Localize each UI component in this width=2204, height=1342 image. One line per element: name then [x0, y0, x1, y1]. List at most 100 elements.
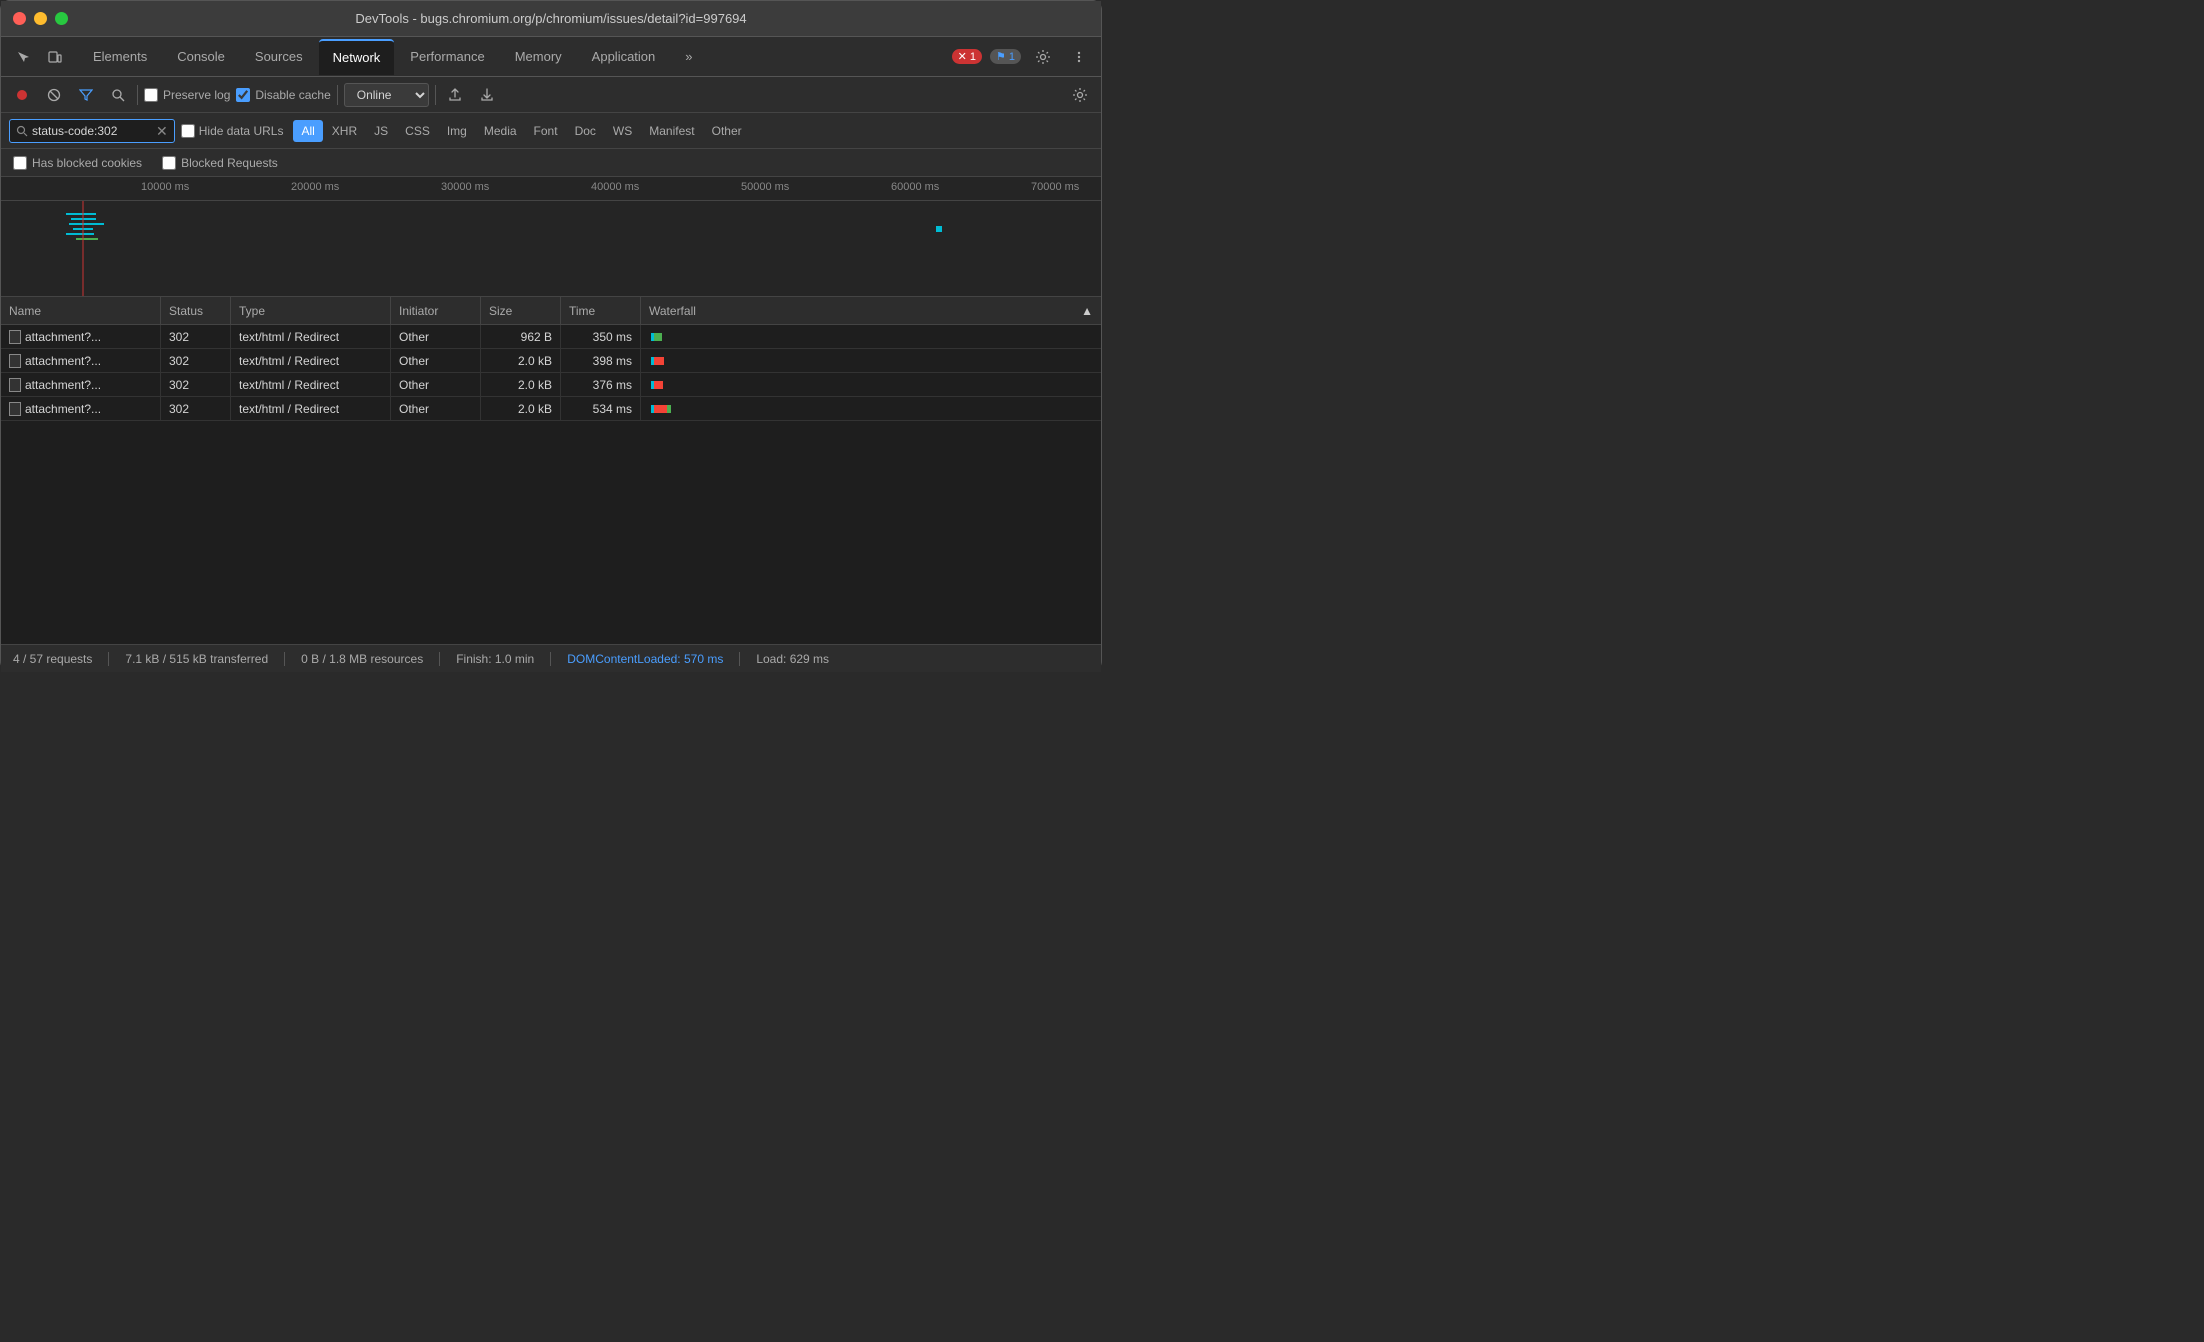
hide-data-urls-checkbox[interactable]: [181, 124, 195, 138]
cursor-icon[interactable]: [9, 43, 37, 71]
filter-input-wrap[interactable]: ✕: [9, 119, 175, 143]
td-time-3: 376 ms: [561, 373, 641, 396]
filter-type-other[interactable]: Other: [704, 120, 750, 142]
filter-type-all[interactable]: All: [293, 120, 322, 142]
tabs-bar: Elements Console Sources Network Perform…: [1, 37, 1101, 77]
finish-time: Finish: 1.0 min: [456, 652, 534, 666]
table-row[interactable]: attachment?... 302 text/html / Redirect …: [1, 349, 1101, 373]
tab-performance[interactable]: Performance: [396, 39, 498, 75]
blocked-requests-label[interactable]: Blocked Requests: [162, 156, 278, 170]
disable-cache-checkbox[interactable]: [236, 88, 250, 102]
download-icon[interactable]: [474, 82, 500, 108]
filter-bar: ✕ Hide data URLs All XHR JS CSS Img Medi…: [1, 113, 1101, 149]
th-type[interactable]: Type: [231, 297, 391, 324]
filter-types: All XHR JS CSS Img Media Font Doc WS Man…: [293, 120, 749, 142]
hide-data-urls-label[interactable]: Hide data URLs: [181, 124, 284, 138]
th-status[interactable]: Status: [161, 297, 231, 324]
th-waterfall[interactable]: Waterfall ▲: [641, 297, 1101, 324]
clear-button[interactable]: [41, 82, 67, 108]
filter-type-manifest[interactable]: Manifest: [641, 120, 702, 142]
tick-70000: 70000 ms: [1031, 181, 1079, 193]
tab-memory[interactable]: Memory: [501, 39, 576, 75]
tab-sources[interactable]: Sources: [241, 39, 317, 75]
td-name-3: attachment?...: [1, 373, 161, 396]
close-button[interactable]: [13, 12, 26, 25]
tick-50000: 50000 ms: [741, 181, 789, 193]
minimize-button[interactable]: [34, 12, 47, 25]
filter-type-media[interactable]: Media: [476, 120, 525, 142]
filter-type-img[interactable]: Img: [439, 120, 475, 142]
tick-20000: 20000 ms: [291, 181, 339, 193]
th-time[interactable]: Time: [561, 297, 641, 324]
tick-60000: 60000 ms: [891, 181, 939, 193]
table-row[interactable]: attachment?... 302 text/html / Redirect …: [1, 373, 1101, 397]
file-icon-1: [9, 330, 21, 344]
td-type-3: text/html / Redirect: [231, 373, 391, 396]
th-size[interactable]: Size: [481, 297, 561, 324]
error-badge[interactable]: ✕ 1: [952, 49, 982, 64]
filter-type-font[interactable]: Font: [526, 120, 566, 142]
filter-type-doc[interactable]: Doc: [567, 120, 604, 142]
td-status-2: 302: [161, 349, 231, 372]
requests-count: 4 / 57 requests: [13, 652, 92, 666]
filter-input[interactable]: [32, 124, 152, 138]
status-divider-4: [550, 652, 551, 666]
more-options-icon[interactable]: [1065, 43, 1093, 71]
record-button[interactable]: [9, 82, 35, 108]
filter-checks: Has blocked cookies Blocked Requests: [1, 149, 1101, 177]
tab-network[interactable]: Network: [319, 39, 395, 75]
blocked-requests-checkbox[interactable]: [162, 156, 176, 170]
filter-icon[interactable]: [73, 82, 99, 108]
resources-size: 0 B / 1.8 MB resources: [301, 652, 423, 666]
filter-clear-icon[interactable]: ✕: [156, 124, 168, 138]
filter-type-css[interactable]: CSS: [397, 120, 438, 142]
td-name-4: attachment?...: [1, 397, 161, 420]
tab-elements[interactable]: Elements: [79, 39, 161, 75]
tab-more[interactable]: »: [671, 39, 706, 75]
td-time-1: 350 ms: [561, 325, 641, 348]
search-icon[interactable]: [105, 82, 131, 108]
td-initiator-3: Other: [391, 373, 481, 396]
td-initiator-4: Other: [391, 397, 481, 420]
filter-type-ws[interactable]: WS: [605, 120, 640, 142]
td-type-4: text/html / Redirect: [231, 397, 391, 420]
td-status-3: 302: [161, 373, 231, 396]
td-initiator-2: Other: [391, 349, 481, 372]
disable-cache-label[interactable]: Disable cache: [236, 88, 330, 102]
status-divider-1: [108, 652, 109, 666]
settings-icon[interactable]: [1029, 43, 1057, 71]
status-divider-5: [739, 652, 740, 666]
preserve-log-checkbox[interactable]: [144, 88, 158, 102]
td-time-2: 398 ms: [561, 349, 641, 372]
tick-40000: 40000 ms: [591, 181, 639, 193]
table-row[interactable]: attachment?... 302 text/html / Redirect …: [1, 325, 1101, 349]
th-name[interactable]: Name: [1, 297, 161, 324]
throttle-select[interactable]: Online: [344, 83, 429, 107]
toolbar-divider-1: [137, 85, 138, 105]
td-status-4: 302: [161, 397, 231, 420]
tab-application[interactable]: Application: [578, 39, 670, 75]
titlebar: DevTools - bugs.chromium.org/p/chromium/…: [1, 1, 1101, 37]
warning-badge[interactable]: ⚑ 1: [990, 49, 1021, 64]
td-size-4: 2.0 kB: [481, 397, 561, 420]
tab-console[interactable]: Console: [163, 39, 239, 75]
network-settings-icon[interactable]: [1067, 82, 1093, 108]
device-toggle-icon[interactable]: [41, 43, 69, 71]
preserve-log-label[interactable]: Preserve log: [144, 88, 230, 102]
timeline-ruler: 10000 ms 20000 ms 30000 ms 40000 ms 5000…: [1, 177, 1101, 201]
filter-search-icon: [16, 125, 28, 137]
maximize-button[interactable]: [55, 12, 68, 25]
tab-icons: [9, 43, 69, 71]
td-time-4: 534 ms: [561, 397, 641, 420]
td-type-2: text/html / Redirect: [231, 349, 391, 372]
td-name-2: attachment?...: [1, 349, 161, 372]
toolbar-divider-3: [435, 85, 436, 105]
table-row[interactable]: attachment?... 302 text/html / Redirect …: [1, 397, 1101, 421]
th-initiator[interactable]: Initiator: [391, 297, 481, 324]
filter-type-js[interactable]: JS: [366, 120, 396, 142]
filter-type-xhr[interactable]: XHR: [324, 120, 365, 142]
tick-30000: 30000 ms: [441, 181, 489, 193]
upload-icon[interactable]: [442, 82, 468, 108]
has-blocked-cookies-label[interactable]: Has blocked cookies: [13, 156, 142, 170]
has-blocked-cookies-checkbox[interactable]: [13, 156, 27, 170]
